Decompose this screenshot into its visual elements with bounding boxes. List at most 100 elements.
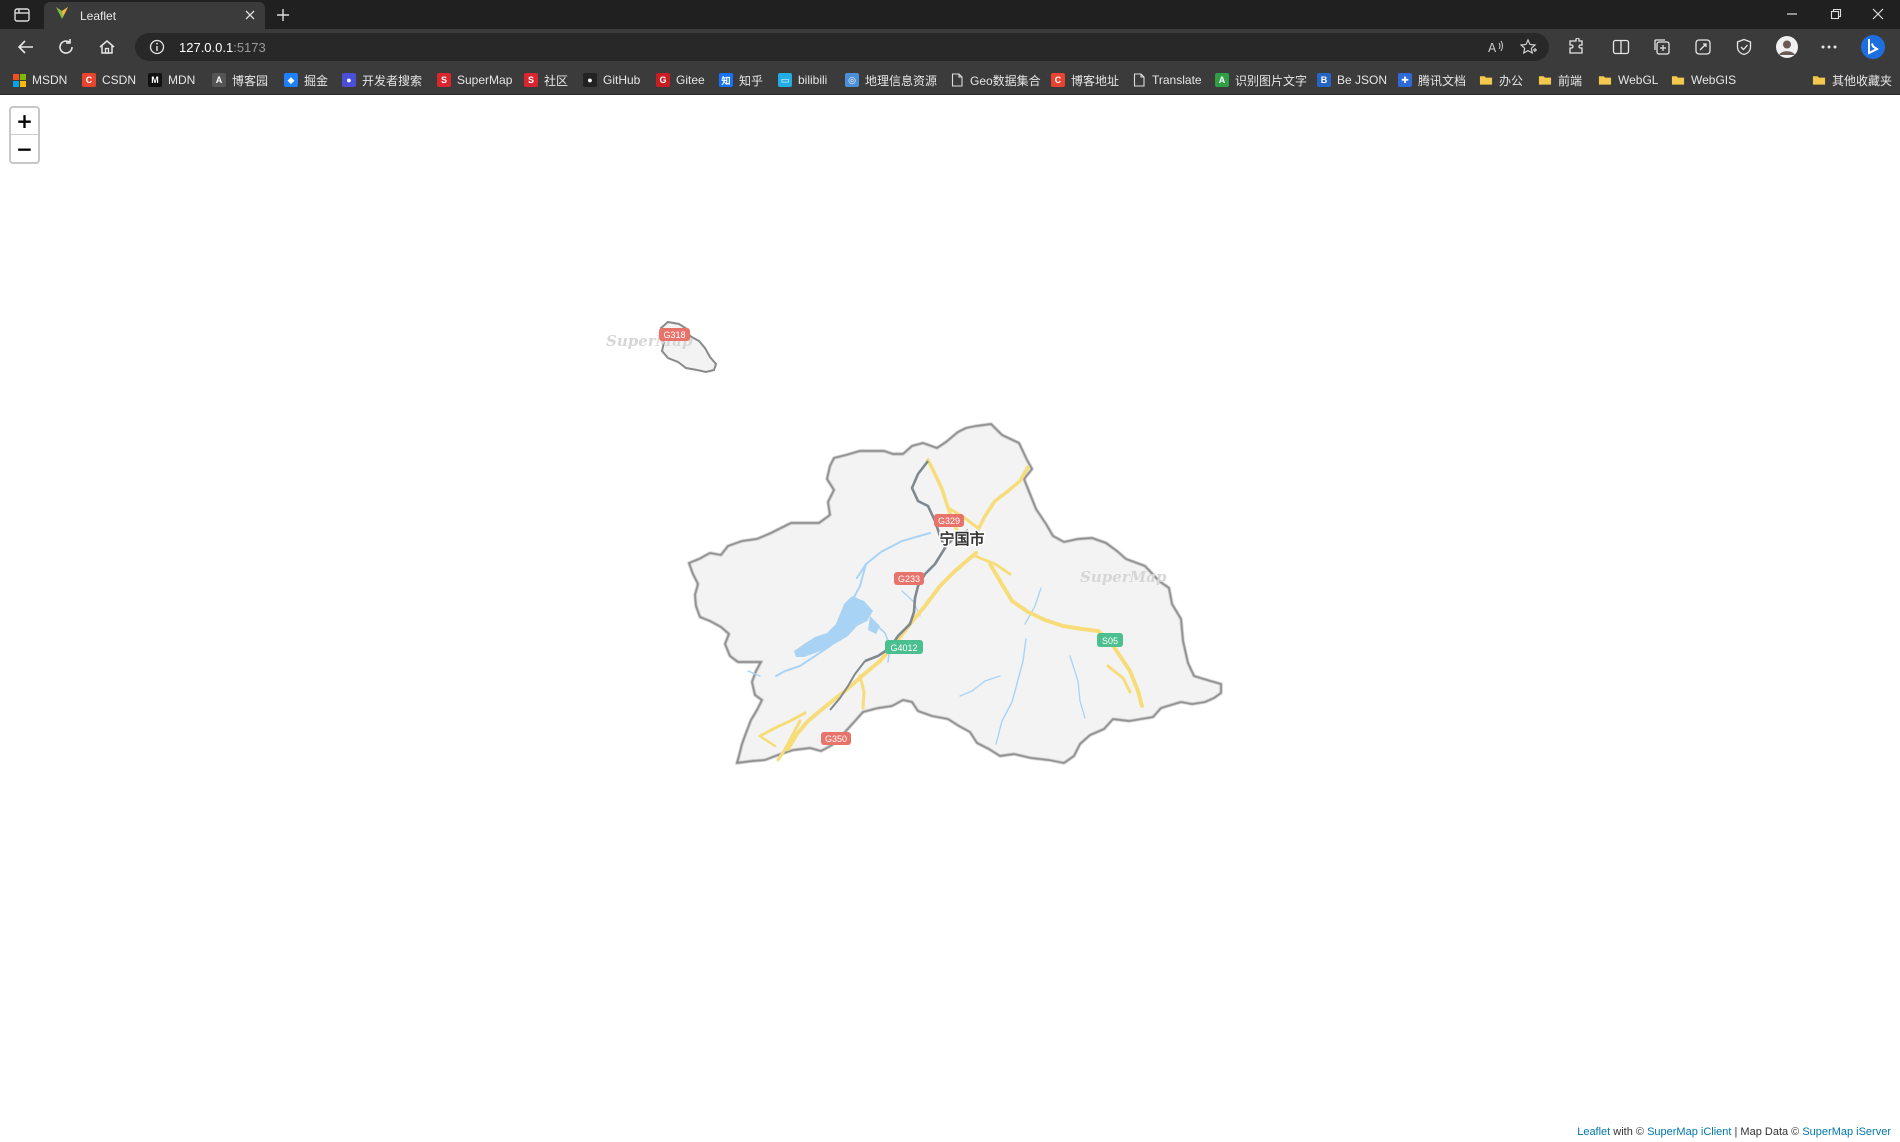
blog-icon: C bbox=[1051, 73, 1065, 87]
bookmark-item[interactable]: ● GitHub bbox=[583, 71, 640, 89]
back-icon[interactable] bbox=[12, 35, 40, 59]
bookmark-label: 腾讯文档 bbox=[1418, 73, 1467, 88]
bookmark-label: MDN bbox=[168, 73, 196, 87]
bookmark-label: bilibili bbox=[798, 73, 828, 87]
restore-icon[interactable] bbox=[1816, 2, 1856, 26]
mdn-icon: M bbox=[148, 73, 162, 87]
bookmark-item[interactable]: S 社区 bbox=[524, 71, 568, 89]
bookmark-item[interactable]: Translate bbox=[1132, 71, 1202, 89]
cnblogs-icon: A bbox=[212, 73, 226, 87]
bookmark-item[interactable]: C 博客地址 bbox=[1051, 71, 1119, 89]
bookmark-label: Geo数据集合 bbox=[970, 73, 1041, 88]
site-info-icon[interactable] bbox=[149, 39, 165, 55]
bookmark-label: 其他收藏夹 bbox=[1832, 73, 1893, 88]
svg-text:G350: G350 bbox=[825, 734, 847, 744]
attribution-with: with © bbox=[1610, 1126, 1648, 1138]
bookmark-label: MSDN bbox=[32, 73, 68, 87]
zoom-in-button[interactable]: + bbox=[11, 108, 38, 135]
map-viewport[interactable]: SuperMap SuperMap G318 G329 G233 G4012 S… bbox=[0, 96, 1900, 1142]
supermap-icon: S bbox=[437, 73, 451, 87]
supermap-iclient-link[interactable]: SuperMap iClient bbox=[1647, 1126, 1731, 1138]
folder-icon bbox=[1671, 73, 1685, 87]
svg-text:G318: G318 bbox=[663, 330, 685, 340]
bookmark-item[interactable]: Geo数据集合 bbox=[950, 71, 1041, 89]
road-shield-g233: G233 bbox=[894, 572, 924, 585]
map-watermark: SuperMap bbox=[1080, 568, 1167, 586]
bookmark-label: CSDN bbox=[102, 73, 137, 87]
road-shield-g329: G329 bbox=[934, 514, 964, 527]
folder-icon bbox=[1538, 73, 1552, 87]
windows-icon bbox=[12, 73, 26, 87]
bookmark-item[interactable]: 前端 bbox=[1538, 71, 1582, 89]
close-tab-icon[interactable] bbox=[243, 8, 257, 22]
close-window-icon[interactable] bbox=[1858, 2, 1898, 26]
bookmark-item[interactable]: WebGL bbox=[1598, 71, 1658, 89]
browser-essentials-icon[interactable] bbox=[1730, 35, 1758, 59]
read-aloud-icon[interactable]: A bbox=[1487, 38, 1505, 56]
bilibili-icon: ▭ bbox=[778, 73, 792, 87]
bookmark-item[interactable]: ◎ 地理信息资源 bbox=[845, 71, 937, 89]
zoom-out-button[interactable]: − bbox=[11, 135, 38, 162]
github-icon: ● bbox=[583, 73, 597, 87]
home-icon[interactable] bbox=[93, 35, 121, 59]
web-capture-icon[interactable] bbox=[1689, 35, 1717, 59]
folder-icon bbox=[1812, 73, 1826, 87]
bookmark-label: Gitee bbox=[676, 73, 705, 87]
extensions-icon[interactable] bbox=[1562, 35, 1590, 59]
address-bar[interactable]: 127.0.0.1:5173 A bbox=[135, 33, 1549, 61]
tab-actions-icon[interactable] bbox=[10, 6, 34, 24]
bing-copilot-icon[interactable] bbox=[1858, 33, 1888, 61]
bookmark-item[interactable]: G Gitee bbox=[656, 71, 705, 89]
bookmark-label: WebGIS bbox=[1691, 73, 1737, 87]
map-canvas[interactable]: SuperMap SuperMap G318 G329 G233 G4012 S… bbox=[0, 96, 1900, 1142]
folder-icon bbox=[1479, 73, 1493, 87]
new-tab-icon[interactable] bbox=[272, 4, 294, 26]
bookmark-item[interactable]: B Be JSON bbox=[1317, 71, 1387, 89]
bookmark-item[interactable]: MSDN bbox=[12, 71, 67, 89]
bookmark-label: SuperMap bbox=[457, 73, 513, 87]
add-favorite-icon[interactable] bbox=[1520, 38, 1538, 56]
minimize-icon[interactable] bbox=[1772, 2, 1812, 26]
collections-icon[interactable] bbox=[1648, 35, 1676, 59]
zhihu-icon: 知 bbox=[719, 73, 733, 87]
leaflet-favicon-icon bbox=[54, 5, 70, 26]
gis-resource-icon: ◎ bbox=[845, 73, 859, 87]
bookmark-label: WebGL bbox=[1618, 73, 1659, 87]
bookmark-label: GitHub bbox=[603, 73, 641, 87]
bookmark-item[interactable]: A 博客园 bbox=[212, 71, 268, 89]
bookmark-item[interactable]: S SuperMap bbox=[437, 71, 512, 89]
svg-text:G329: G329 bbox=[938, 516, 960, 526]
supermap-iserver-link[interactable]: SuperMap iServer bbox=[1802, 1126, 1891, 1138]
url-host: 127.0.0.1 bbox=[179, 40, 234, 55]
leaflet-link[interactable]: Leaflet bbox=[1577, 1126, 1610, 1138]
url-port: :5173 bbox=[233, 40, 266, 55]
ocr-icon: A bbox=[1215, 73, 1229, 87]
bookmark-item[interactable]: C CSDN bbox=[82, 71, 136, 89]
bookmark-label: 开发者搜索 bbox=[362, 73, 423, 88]
bookmark-item[interactable]: A 识别图片文字 bbox=[1215, 71, 1307, 89]
more-menu-icon[interactable] bbox=[1815, 35, 1843, 59]
bookmark-item[interactable]: WebGIS bbox=[1671, 71, 1736, 89]
csdn-icon: C bbox=[82, 73, 96, 87]
bookmark-item[interactable]: ● 开发者搜索 bbox=[342, 71, 422, 89]
bookmark-item[interactable]: 知知乎 bbox=[719, 71, 763, 89]
bookmark-item[interactable]: 其他收藏夹 bbox=[1812, 71, 1892, 89]
bookmark-label: 前端 bbox=[1558, 73, 1583, 88]
tab-leaflet[interactable]: Leaflet bbox=[44, 2, 265, 29]
reload-icon[interactable] bbox=[52, 35, 80, 59]
bookmark-item[interactable]: 办公 bbox=[1479, 71, 1523, 89]
bookmark-item[interactable]: ◆ 掘金 bbox=[284, 71, 328, 89]
svg-text:S05: S05 bbox=[1102, 636, 1118, 646]
bookmark-label: 办公 bbox=[1499, 73, 1524, 88]
split-screen-icon[interactable] bbox=[1607, 35, 1635, 59]
bookmark-item[interactable]: ▭ bilibili bbox=[778, 71, 827, 89]
gitee-icon: G bbox=[656, 73, 670, 87]
bookmark-item[interactable]: ✚ 腾讯文档 bbox=[1398, 71, 1466, 89]
tab-bar: Leaflet bbox=[0, 0, 1900, 29]
page-icon bbox=[1132, 73, 1146, 87]
bookmark-label: Translate bbox=[1152, 73, 1202, 87]
profile-avatar[interactable] bbox=[1773, 35, 1801, 59]
road-shield-g350: G350 bbox=[821, 732, 851, 745]
bookmark-item[interactable]: M MDN bbox=[148, 71, 195, 89]
zoom-control: + − bbox=[9, 106, 40, 164]
